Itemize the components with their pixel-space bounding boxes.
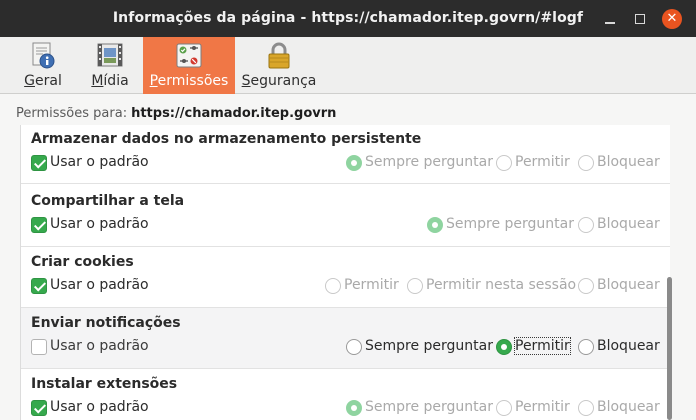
permission-row-cookies: Criar cookies Usar o padrão Permitir Per… (21, 247, 670, 308)
close-button[interactable]: ✕ (662, 9, 682, 29)
radio-selected-icon (496, 339, 512, 355)
tab-seguranca-label: Segurança (241, 73, 317, 89)
close-icon: ✕ (666, 11, 678, 26)
page-info-icon (32, 42, 55, 69)
checkbox-checked-icon (31, 217, 47, 233)
tab-midia[interactable]: Mídia (83, 37, 137, 94)
permission-title: Criar cookies (31, 254, 134, 270)
radio-icon (578, 155, 594, 171)
use-default-label: Usar o padrão (50, 216, 149, 232)
checkbox-checked-icon (31, 155, 47, 171)
use-default-label: Usar o padrão (50, 338, 149, 354)
tab-geral-label: Geral (24, 73, 62, 89)
permissions-for-label: Permissões para: (16, 106, 128, 121)
maximize-button[interactable] (630, 9, 650, 29)
minimize-icon (605, 22, 615, 24)
radio-selected-icon (346, 155, 362, 171)
radio-icon (578, 400, 594, 416)
tab-seguranca[interactable]: Segurança (240, 37, 318, 94)
minimize-button[interactable] (600, 9, 620, 29)
checkbox-checked-icon (31, 278, 47, 294)
radio-icon (578, 339, 594, 355)
tab-permissoes-label: Permissões (149, 73, 229, 89)
permissions-for: Permissões para: https://chamador.itep.go… (16, 106, 336, 121)
title-bar: Informações da página - https://chamador… (0, 0, 696, 37)
permission-row-persistent-storage: Armazenar dados no armazenamento persist… (21, 125, 670, 184)
permission-row-install-extensions: Instalar extensões Usar o padrão Sempre … (21, 369, 670, 420)
permissions-for-url: https://chamador.itep.govrn (131, 106, 337, 121)
maximize-icon (635, 14, 645, 24)
permissions-list: Armazenar dados no armazenamento persist… (20, 125, 670, 420)
tab-permissoes[interactable]: Permissões (143, 37, 235, 94)
radio-icon (346, 339, 362, 355)
permission-title: Instalar extensões (31, 376, 178, 392)
window-title: Informações da página - https://chamador… (112, 10, 584, 26)
permissions-icon (176, 43, 202, 68)
tab-geral[interactable]: Geral (15, 37, 71, 94)
radio-selected-icon (346, 400, 362, 416)
use-default-label: Usar o padrão (50, 399, 149, 415)
permission-title: Compartilhar a tela (31, 193, 185, 209)
checkbox-checked-icon (31, 400, 47, 416)
radio-icon (496, 155, 512, 171)
use-default-label: Usar o padrão (50, 277, 149, 293)
permission-row-share-screen: Compartilhar a tela Usar o padrão Sempre… (21, 186, 670, 247)
radio-icon (325, 278, 341, 294)
tab-midia-label: Mídia (91, 73, 129, 89)
permission-title: Armazenar dados no armazenamento persist… (31, 131, 422, 147)
permission-row-notifications[interactable]: Enviar notificações Usar o padrão Sempre… (21, 308, 670, 369)
radio-icon (496, 400, 512, 416)
use-default-label: Usar o padrão (50, 154, 149, 170)
radio-selected-icon (427, 217, 443, 233)
radio-icon (407, 278, 423, 294)
media-icon (97, 43, 123, 67)
permission-title: Enviar notificações (31, 315, 181, 331)
checkbox-unchecked-icon (31, 339, 47, 355)
scrollbar-thumb[interactable] (667, 277, 672, 420)
radio-icon (578, 217, 594, 233)
tab-toolbar: Geral Mídia Permissões Segurança (0, 37, 696, 94)
radio-icon (578, 278, 594, 294)
lock-icon (268, 42, 290, 69)
